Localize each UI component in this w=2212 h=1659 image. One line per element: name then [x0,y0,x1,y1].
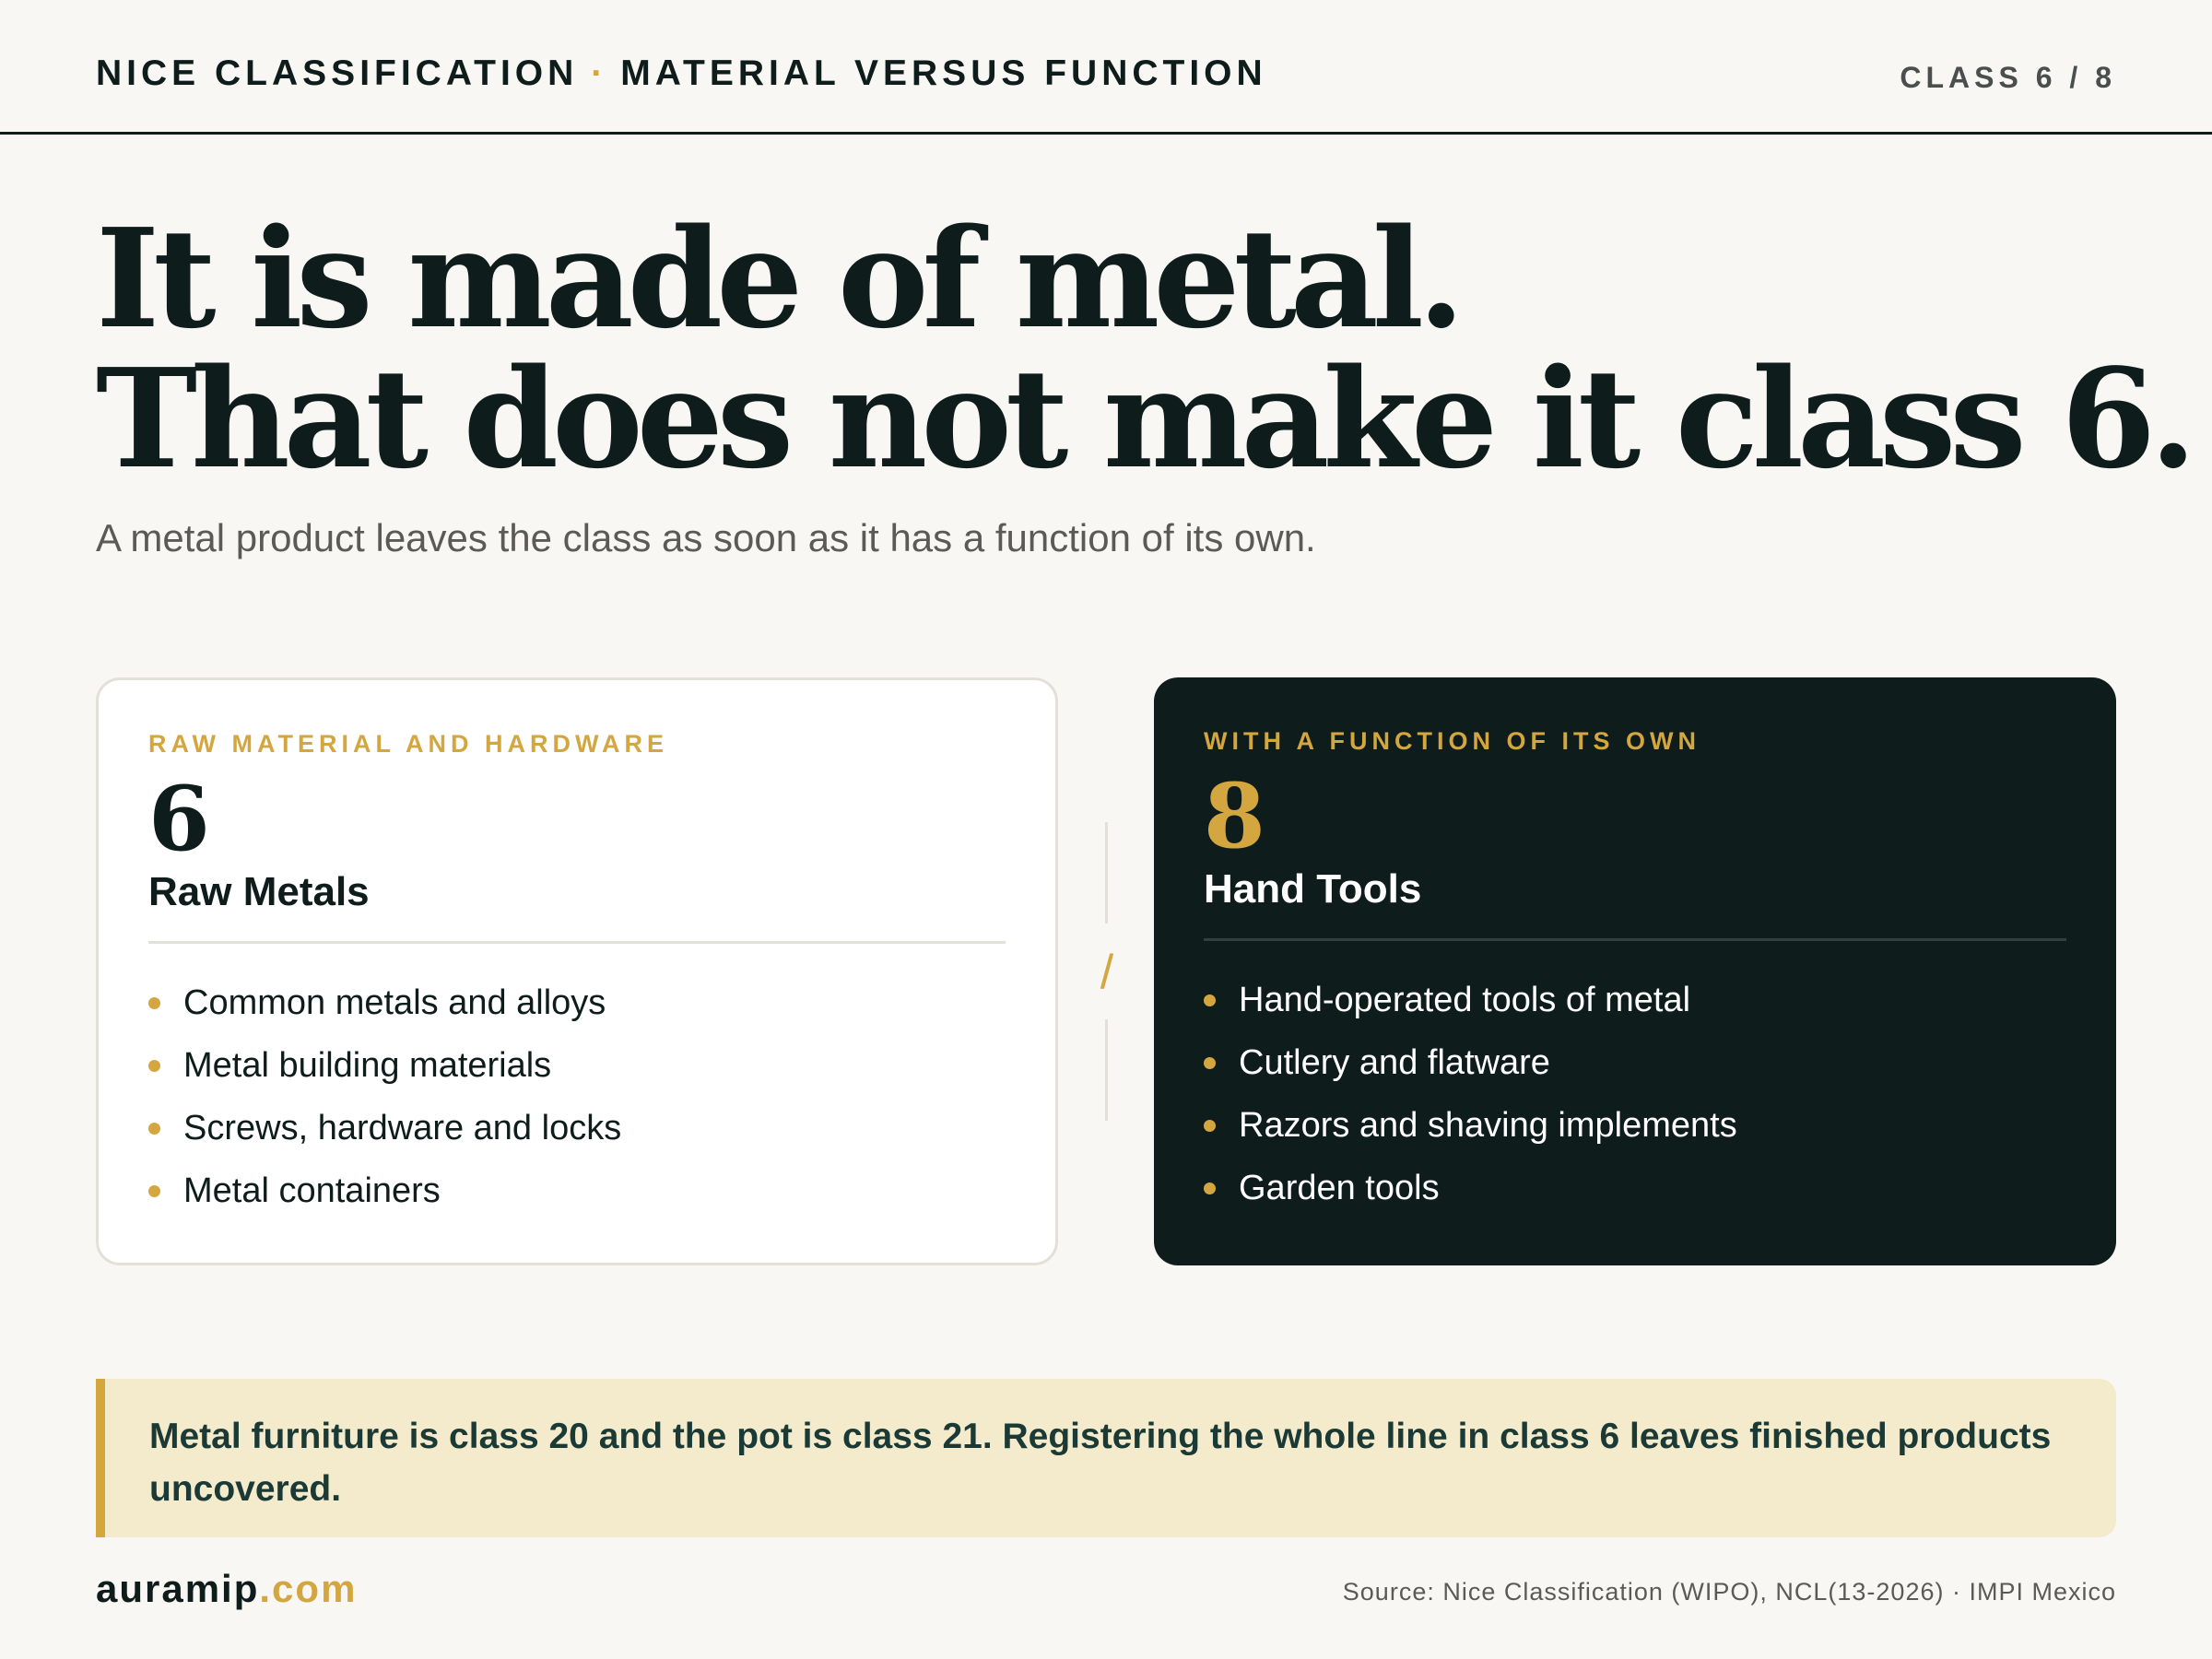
header-title: NICE CLASSIFICATION · MATERIAL VERSUS FUNC… [96,53,1267,94]
header-series: NICE CLASSIFICATION [96,53,579,93]
bullet-dot-icon [148,1123,160,1135]
list-item: Hand-operated tools of metal [1204,969,2066,1031]
headline: It is made of metal. That does not make … [96,198,2197,499]
card-divider [1204,938,2066,941]
list-item-label: Metal containers [183,1171,441,1210]
page-header: NICE CLASSIFICATION · MATERIAL VERSUS FUNC… [0,0,2212,135]
list-item: Cutlery and flatware [1204,1031,2066,1094]
headline-line-2: That does not make it class 6. [96,338,2197,499]
class-8-card: WITH A FUNCTION OF ITS OWN 8 Hand Tools … [1154,677,2116,1265]
header-separator: · [591,53,608,93]
card-divider [148,941,1006,944]
bullet-dot-icon [1204,994,1216,1006]
class-number: 6 [148,767,210,871]
bullet-dot-icon [148,997,160,1009]
list-item-label: Screws, hardware and locks [183,1109,622,1147]
brand-name: auramip [96,1567,260,1610]
list-item-label: Cutlery and flatware [1239,1043,1550,1082]
list-item-label: Hand-operated tools of metal [1239,981,1691,1019]
divider-slash: / [1100,946,1114,999]
subheadline: A metal product leaves the class as soon… [96,516,1316,559]
class-number: 8 [1204,764,1265,868]
bullet-dot-icon [1204,1057,1216,1069]
list-item: Metal building materials [148,1034,1006,1097]
card-item-list: Common metals and alloys Metal building … [148,971,1006,1222]
list-item: Screws, hardware and locks [148,1097,1006,1159]
list-item: Metal containers [148,1159,1006,1222]
list-item-label: Common metals and alloys [183,983,606,1022]
card-item-list: Hand-operated tools of metal Cutlery and… [1204,969,2066,1219]
card-title: Raw Metals [148,869,370,914]
card-title: Hand Tools [1204,866,1422,912]
bullet-dot-icon [1204,1120,1216,1132]
class-indicator: CLASS 6 / 8 [1900,61,2116,94]
bullet-dot-icon [148,1060,160,1072]
bullet-dot-icon [148,1185,160,1197]
list-item: Razors and shaving implements [1204,1094,2066,1157]
class-6-card: RAW MATERIAL AND HARDWARE 6 Raw Metals C… [96,677,1058,1265]
divider-line-top [1105,822,1108,924]
callout-note: Metal furniture is class 20 and the pot … [96,1379,2116,1537]
list-item-label: Garden tools [1239,1169,1440,1207]
headline-line-1: It is made of metal. [96,198,1465,359]
list-item: Common metals and alloys [148,971,1006,1034]
list-item-label: Metal building materials [183,1046,552,1085]
list-item: Garden tools [1204,1157,2066,1219]
source-citation: Source: Nice Classification (WIPO), NCL(… [1342,1578,2116,1606]
header-topic: MATERIAL VERSUS FUNCTION [620,53,1267,93]
card-kicker: RAW MATERIAL AND HARDWARE [148,730,668,758]
divider-line-bottom [1105,1019,1108,1121]
brand-logo: auramip.com [96,1567,357,1611]
brand-tld: .com [259,1567,358,1610]
list-item-label: Razors and shaving implements [1239,1106,1737,1145]
bullet-dot-icon [1204,1182,1216,1194]
card-kicker: WITH A FUNCTION OF ITS OWN [1204,727,1700,755]
